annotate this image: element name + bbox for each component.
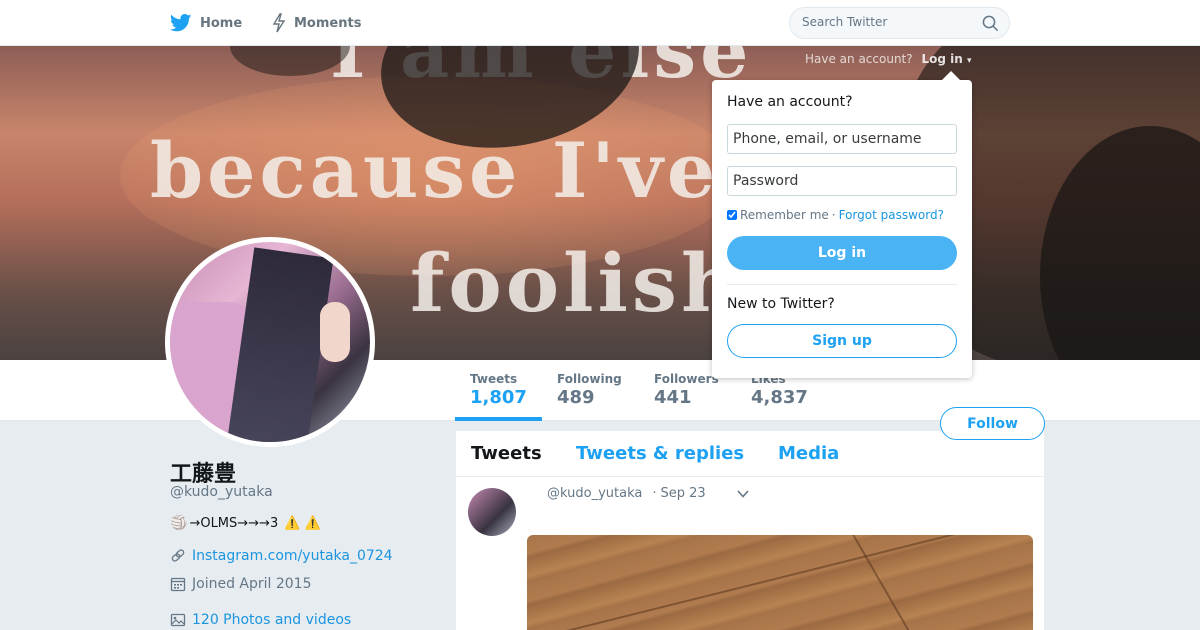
search-icon[interactable]: [982, 15, 999, 32]
profile-joined-date: Joined April 2015: [170, 576, 312, 592]
nav-moments-label: Moments: [294, 15, 362, 31]
tweet-header: @kudo_yutaka · Sep 23: [547, 486, 706, 501]
stat-tweets-label: Tweets: [470, 372, 518, 386]
photo-floor-seam: [527, 535, 1033, 630]
tweet-photo[interactable]: [527, 535, 1033, 630]
tweet-screen-name[interactable]: @kudo_yutaka: [547, 486, 642, 501]
stat-followers-value: 441: [654, 387, 692, 408]
caret-down-icon: ▾: [966, 56, 972, 66]
follow-button[interactable]: Follow: [940, 407, 1045, 440]
login-dropdown-toggle[interactable]: Log in ▾: [921, 52, 971, 66]
avatar-figure: [226, 247, 334, 442]
twitter-bird-icon: [170, 14, 192, 32]
stat-tweets[interactable]: Tweets 1,807: [470, 372, 527, 408]
warning-emoji: ⚠️ ⚠️: [284, 515, 321, 531]
profile-avatar[interactable]: [165, 237, 375, 447]
tweet-date[interactable]: Sep 23: [660, 486, 705, 501]
login-dropdown: Have an account? Remember me · Forgot pa…: [712, 71, 972, 378]
search-box: [789, 7, 1010, 39]
timeline: Tweets Tweets & replies Media @kudo_yuta…: [456, 431, 1044, 630]
tab-tweets-and-replies[interactable]: Tweets & replies: [576, 443, 744, 464]
forgot-password-link[interactable]: Forgot password?: [839, 208, 944, 222]
username-field[interactable]: [727, 124, 957, 154]
top-navigation-bar: Home Moments: [0, 0, 1200, 46]
lightning-bolt-icon: [272, 13, 286, 33]
remember-separator: ·: [831, 208, 836, 222]
nav-moments[interactable]: Moments: [272, 12, 361, 34]
volleyball-emoji: 🏐: [170, 515, 188, 531]
stat-likes-value: 4,837: [751, 387, 808, 408]
photo-icon: [170, 613, 186, 627]
signup-button[interactable]: Sign up: [727, 324, 957, 358]
chevron-down-icon[interactable]: [736, 488, 750, 500]
joined-date-text: Joined April 2015: [192, 576, 312, 592]
tweet-separator: ·: [652, 486, 657, 501]
login-button[interactable]: Log in: [727, 236, 957, 270]
active-stat-underline: [455, 417, 542, 421]
calendar-icon: [170, 577, 186, 592]
profile-website-link[interactable]: Instagram.com/yutaka_0724: [192, 548, 393, 564]
stat-following[interactable]: Following 489: [557, 372, 622, 408]
link-icon: [171, 549, 185, 562]
tab-media[interactable]: Media: [778, 443, 839, 464]
profile-photos-link: 120 Photos and videos: [170, 612, 351, 628]
nav-home-label: Home: [200, 15, 243, 31]
new-to-twitter-text: New to Twitter?: [727, 296, 835, 312]
stat-tweets-value: 1,807: [470, 387, 527, 408]
login-link-label: Log in: [921, 52, 963, 66]
remember-me-row: Remember me · Forgot password?: [727, 208, 944, 222]
login-dropdown-title: Have an account?: [727, 94, 853, 110]
profile-website: Instagram.com/yutaka_0724: [170, 548, 393, 564]
password-field[interactable]: [727, 166, 957, 196]
avatar-figure: [320, 302, 350, 362]
bio-text: →OLMS→→→3: [189, 515, 279, 531]
have-account-text: Have an account?: [805, 52, 913, 66]
profile-bio: 🏐 →OLMS→→→3 ⚠️ ⚠️: [170, 515, 321, 531]
stat-followers-label: Followers: [654, 372, 719, 386]
tab-tweets[interactable]: Tweets: [471, 443, 542, 464]
stat-followers[interactable]: Followers 441: [654, 372, 719, 408]
tweet-author-avatar[interactable]: [468, 488, 516, 536]
search-input[interactable]: [802, 15, 972, 29]
have-account-prompt: Have an account? Log in ▾: [805, 52, 972, 66]
banner-text-line3: foolish: [410, 236, 744, 330]
stat-following-value: 489: [557, 387, 595, 408]
dropdown-arrow: [942, 71, 960, 80]
dropdown-divider: [727, 284, 957, 285]
stat-following-label: Following: [557, 372, 622, 386]
remember-me-label[interactable]: Remember me: [740, 208, 829, 222]
photos-videos-link[interactable]: 120 Photos and videos: [192, 612, 351, 628]
profile-screen-name[interactable]: @kudo_yutaka: [170, 484, 273, 500]
remember-me-checkbox[interactable]: [727, 210, 737, 220]
nav-home[interactable]: Home: [170, 12, 242, 34]
